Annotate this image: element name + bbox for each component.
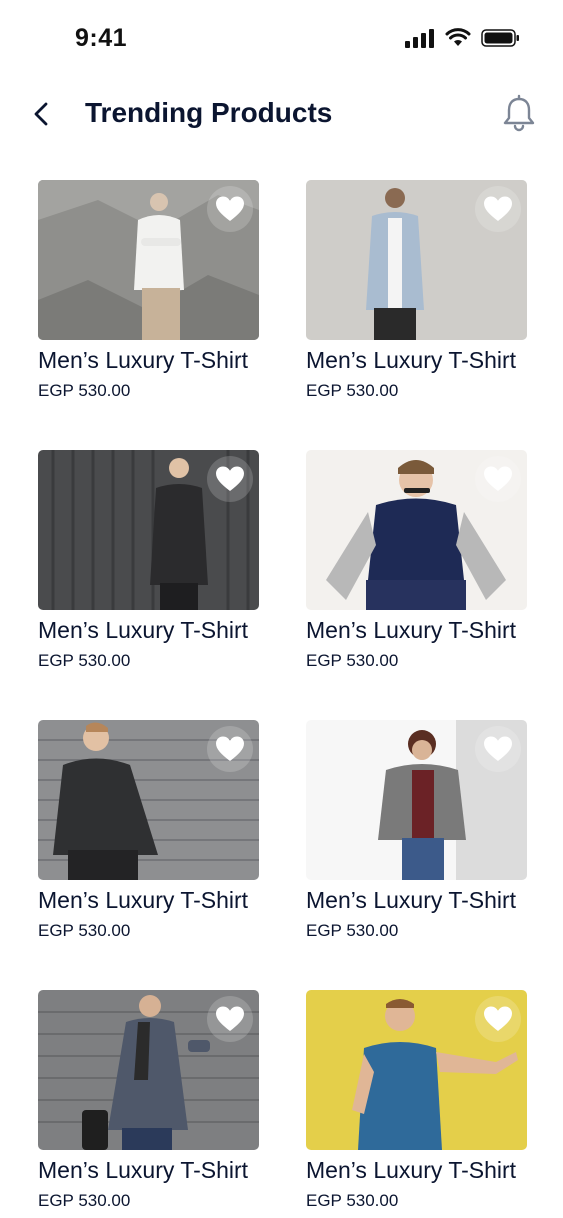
favorite-button[interactable] — [475, 726, 521, 772]
signal-icon — [405, 29, 434, 48]
favorite-button[interactable] — [475, 456, 521, 502]
product-price: EGP 530.00 — [38, 921, 131, 940]
product-name: Men’s Luxury T-Shirt — [38, 887, 249, 913]
page-title: Trending Products — [85, 97, 333, 128]
product-price: EGP 530.00 — [38, 381, 131, 400]
product-price: EGP 530.00 — [306, 381, 399, 400]
status-icons — [405, 28, 521, 48]
product-image[interactable] — [306, 720, 527, 880]
product-card[interactable]: Men’s Luxury T-Shirt EGP 530.00 — [38, 450, 259, 690]
notifications-button[interactable] — [501, 94, 537, 134]
product-name: Men’s Luxury T-Shirt — [306, 887, 517, 913]
status-time: 9:41 — [75, 24, 128, 52]
product-image[interactable] — [38, 990, 259, 1150]
bell-icon — [503, 94, 535, 132]
product-name: Men’s Luxury T-Shirt — [38, 617, 249, 643]
product-name: Men’s Luxury T-Shirt — [38, 347, 249, 373]
screen: 9:41 Trending Products Men’s Luxury T-Sh… — [0, 0, 563, 1218]
product-image[interactable] — [306, 990, 527, 1150]
product-image[interactable] — [38, 180, 259, 340]
heart-icon — [216, 196, 244, 221]
heart-icon — [484, 1006, 512, 1031]
heart-icon — [216, 466, 244, 491]
header: Trending Products — [0, 90, 563, 138]
product-price: EGP 530.00 — [38, 651, 131, 670]
product-card[interactable]: Men’s Luxury T-Shirt EGP 530.00 — [38, 990, 259, 1218]
product-name: Men’s Luxury T-Shirt — [306, 347, 517, 373]
product-price: EGP 530.00 — [306, 651, 399, 670]
product-card[interactable]: Men’s Luxury T-Shirt EGP 530.00 — [306, 180, 527, 420]
product-image[interactable] — [38, 450, 259, 610]
favorite-button[interactable] — [207, 456, 253, 502]
back-button[interactable] — [28, 98, 56, 130]
product-image[interactable] — [306, 180, 527, 340]
product-name: Men’s Luxury T-Shirt — [306, 1157, 517, 1183]
product-card[interactable]: Men’s Luxury T-Shirt EGP 530.00 — [38, 180, 259, 420]
product-price: EGP 530.00 — [38, 1191, 131, 1210]
status-bar: 9:41 — [0, 0, 563, 80]
product-name: Men’s Luxury T-Shirt — [38, 1157, 249, 1183]
heart-icon — [216, 736, 244, 761]
heart-icon — [484, 466, 512, 491]
heart-icon — [484, 736, 512, 761]
favorite-button[interactable] — [207, 726, 253, 772]
product-card[interactable]: Men’s Luxury T-Shirt EGP 530.00 — [306, 720, 527, 960]
product-price: EGP 530.00 — [306, 921, 399, 940]
product-image[interactable] — [38, 720, 259, 880]
product-name: Men’s Luxury T-Shirt — [306, 617, 517, 643]
favorite-button[interactable] — [475, 186, 521, 232]
back-arrow-icon — [34, 102, 48, 126]
wifi-icon — [445, 28, 471, 46]
product-card[interactable]: Men’s Luxury T-Shirt EGP 530.00 — [306, 450, 527, 690]
heart-icon — [216, 1006, 244, 1031]
product-price: EGP 530.00 — [306, 1191, 399, 1210]
product-card[interactable]: Men’s Luxury T-Shirt EGP 530.00 — [306, 990, 527, 1218]
battery-icon — [481, 29, 519, 47]
favorite-button[interactable] — [475, 996, 521, 1042]
favorite-button[interactable] — [207, 996, 253, 1042]
favorite-button[interactable] — [207, 186, 253, 232]
product-image[interactable] — [306, 450, 527, 610]
product-card[interactable]: Men’s Luxury T-Shirt EGP 530.00 — [38, 720, 259, 960]
heart-icon — [484, 196, 512, 221]
